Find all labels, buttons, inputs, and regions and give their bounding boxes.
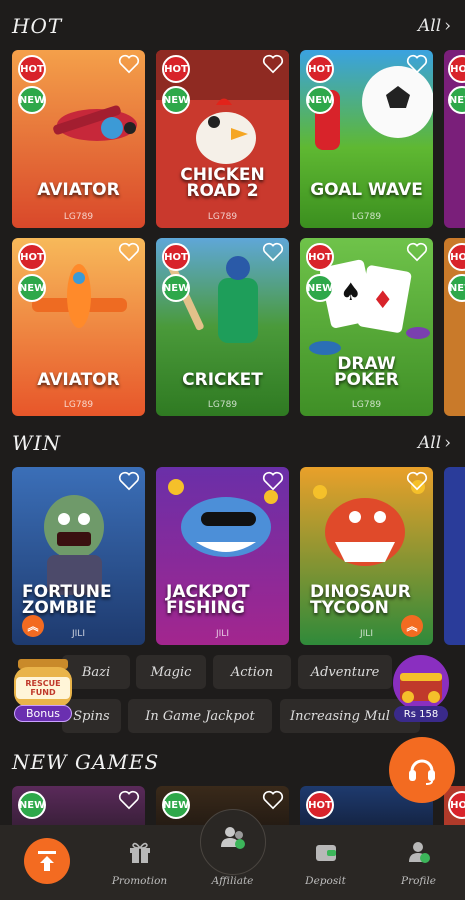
favorite-heart-icon[interactable] xyxy=(406,471,428,491)
wallet-icon xyxy=(315,845,336,861)
game-card-partial[interactable]: HOT NEW xyxy=(444,50,465,228)
win-view-all-link[interactable]: All › xyxy=(418,433,451,453)
hot-view-all-link[interactable]: All › xyxy=(418,16,451,36)
game-provider: LG789 xyxy=(63,400,94,410)
hot-badge: HOT xyxy=(306,791,334,819)
favorite-heart-icon[interactable] xyxy=(118,471,140,491)
game-title: AVIATOR xyxy=(37,370,120,390)
nav-promotion[interactable]: Promotion xyxy=(93,825,186,900)
svg-text:♠: ♠ xyxy=(340,278,362,306)
game-provider: LG789 xyxy=(207,212,238,222)
hot-badge: HOT xyxy=(306,243,334,271)
new-badge: NEW xyxy=(306,274,334,302)
favorite-heart-icon[interactable] xyxy=(262,54,284,74)
jackpot-fishing-artwork xyxy=(156,467,289,645)
game-card-draw-poker[interactable]: ♠ ♦ HOT NEW DRAW POKER LG789 xyxy=(300,238,433,416)
game-title: GOAL WAVE xyxy=(310,180,423,200)
category-chip-in-game-jackpot[interactable]: In Game Jackpot xyxy=(128,699,272,733)
game-card-chicken-road-2[interactable]: HOT NEW CHICKEN ROAD 2 LG789 xyxy=(156,50,289,228)
nav-affiliate-label: Affiliate xyxy=(211,875,254,887)
nav-deposit[interactable]: Deposit xyxy=(279,825,372,900)
game-card-jackpot-fishing[interactable]: JACKPOT FISHING JILI xyxy=(156,467,289,645)
game-provider: JILI xyxy=(360,629,373,639)
nav-promotion-label: Promotion xyxy=(111,875,168,887)
win-section-title: WIN xyxy=(12,431,61,455)
game-provider: LG789 xyxy=(351,212,382,222)
game-title: FORTUNE ZOMBIE xyxy=(22,582,112,618)
new-badge: NEW xyxy=(162,274,190,302)
new-games-section-title: NEW GAMES xyxy=(12,750,160,774)
hot-badge: HOT xyxy=(162,55,190,83)
win-section-header: WIN All › xyxy=(0,429,465,459)
game-card-partial[interactable]: HOT NEW xyxy=(444,238,465,416)
category-chip-adventure[interactable]: Adventure xyxy=(298,655,392,689)
hot-section-title: HOT xyxy=(12,14,63,38)
new-badge: NEW xyxy=(18,274,46,302)
game-card-dinosaur-tycoon[interactable]: DINOSAUR TYCOON ︽ JILI xyxy=(300,467,433,645)
nav-deposit-label: Deposit xyxy=(305,875,346,887)
hot-badge: HOT xyxy=(18,55,46,83)
favorite-heart-icon[interactable] xyxy=(406,242,428,262)
game-card-cricket[interactable]: HOT NEW CRICKET LG789 xyxy=(156,238,289,416)
headset-icon xyxy=(409,759,435,785)
rescue-fund-label: FUND xyxy=(30,688,56,697)
rescue-fund-widget[interactable]: RESCUE FUND Bonus xyxy=(8,653,78,723)
favorite-heart-icon[interactable] xyxy=(262,790,284,810)
game-card-aviator-2[interactable]: HOT NEW AVIATOR LG789 xyxy=(12,238,145,416)
arrow-up-to-top-icon xyxy=(38,851,56,871)
wallet-amount: Rs 158 xyxy=(394,706,448,722)
game-title: DINOSAUR TYCOON xyxy=(310,582,411,618)
hot-section-header: HOT All › xyxy=(0,12,465,42)
game-provider: JILI xyxy=(216,629,229,639)
game-card-goal-wave[interactable]: HOT NEW GOAL WAVE LG789 xyxy=(300,50,433,228)
rescue-fund-label: RESCUE xyxy=(25,679,61,688)
favorite-heart-icon[interactable] xyxy=(406,54,428,74)
game-title: CHICKEN ROAD 2 xyxy=(180,165,265,201)
game-title: JACKPOT FISHING xyxy=(166,582,250,618)
category-chip-action[interactable]: Action xyxy=(213,655,291,689)
nav-profile[interactable]: Profile xyxy=(372,825,465,900)
nav-profile-label: Profile xyxy=(401,875,436,887)
favorite-heart-icon[interactable] xyxy=(118,54,140,74)
game-title: CRICKET xyxy=(182,370,263,390)
bottom-navigation: Promotion Affiliate Deposit Profile xyxy=(0,809,465,900)
game-provider: LG789 xyxy=(63,212,94,222)
nav-affiliate[interactable]: Affiliate xyxy=(186,825,279,900)
new-badge: NEW xyxy=(18,86,46,114)
favorite-heart-icon[interactable] xyxy=(262,242,284,262)
game-card-fortune-zombie[interactable]: FORTUNE ZOMBIE ︽ JILI xyxy=(12,467,145,645)
svg-text:♦: ♦ xyxy=(372,286,394,314)
game-card-partial[interactable] xyxy=(444,467,465,645)
favorite-heart-icon[interactable] xyxy=(262,471,284,491)
game-card-aviator[interactable]: HOT NEW AVIATOR LG789 xyxy=(12,50,145,228)
people-icon xyxy=(220,827,245,849)
user-icon xyxy=(408,842,430,863)
bonus-button[interactable]: Bonus xyxy=(14,705,72,722)
hot-badge: HOT xyxy=(162,243,190,271)
gift-icon xyxy=(129,842,150,863)
favorite-heart-icon[interactable] xyxy=(118,242,140,262)
game-title: DRAW POKER xyxy=(334,354,399,390)
new-badge: NEW xyxy=(162,791,190,819)
new-badge: NEW xyxy=(306,86,334,114)
scroll-top-button[interactable] xyxy=(24,838,70,884)
customer-support-button[interactable] xyxy=(389,737,455,803)
game-provider: LG789 xyxy=(207,400,238,410)
new-badge: NEW xyxy=(162,86,190,114)
game-provider: LG789 xyxy=(351,400,382,410)
wallet-widget[interactable]: Rs 158 xyxy=(386,653,456,723)
game-provider: JILI xyxy=(72,629,85,639)
new-badge: NEW xyxy=(18,791,46,819)
game-title: AVIATOR xyxy=(37,180,120,200)
hot-badge: HOT xyxy=(306,55,334,83)
category-chip-magic[interactable]: Magic xyxy=(136,655,206,689)
hot-badge: HOT xyxy=(18,243,46,271)
favorite-heart-icon[interactable] xyxy=(118,790,140,810)
